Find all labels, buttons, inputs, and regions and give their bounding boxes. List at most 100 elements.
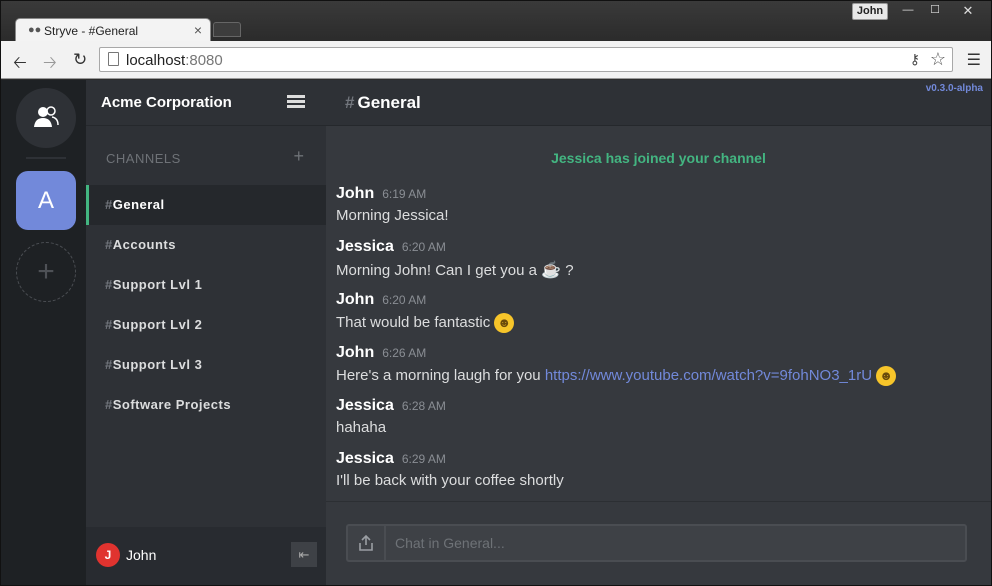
reload-icon[interactable]: ↻ [73,50,87,70]
key-icon[interactable]: ⚷ [910,51,920,68]
channels-label: CHANNELS [106,151,181,166]
message-link[interactable]: https://www.youtube.com/watch?v=9fohNO3_… [545,367,872,384]
message-author[interactable]: Jessica [336,397,394,414]
message: John 6:19 AM Morning Jessica! [336,185,976,238]
channel-item-support-lvl-2[interactable]: #Support Lvl 2 [86,305,326,345]
message-author[interactable]: John [336,344,374,361]
message-text: Here's a morning laugh for you [336,366,541,384]
version-label: v0.3.0-alpha [925,83,983,94]
message-time: 6:29 AM [401,452,446,466]
upload-icon [359,534,373,551]
navigation-bar: 🡠 🡢 ↻ localhost:8080 ⚷ ☆ ☰ [1,41,991,79]
title-bar: ●● Stryve - #General × John — ☐ ✕ [1,1,991,43]
channel-hash: # [105,197,113,212]
browser-tab[interactable]: ●● Stryve - #General × [15,18,211,43]
channel-label: Software Projects [112,397,232,412]
channel-label: General [112,197,165,212]
channel-label: Support Lvl 3 [112,357,203,372]
friends-button[interactable] [16,88,76,148]
server-icon-acme[interactable]: A [16,171,76,230]
channel-label: Support Lvl 2 [112,317,203,332]
message-suffix: ? [565,262,574,279]
smile-emoji-icon: ☻ [494,313,515,333]
maximize-button[interactable]: ☐ [921,2,949,20]
smile-emoji-icon: ☻ [876,366,897,386]
page-icon [108,52,119,66]
message-time: 6:26 AM [382,346,427,360]
message-author[interactable]: John [336,291,374,308]
channel-hash: # [105,397,113,412]
message-text: Morning John! Can I get you a [336,262,537,279]
rail-divider [26,157,66,159]
message: Jessica 6:29 AM I'll be back with your co… [336,450,976,503]
channel-item-accounts[interactable]: #Accounts [86,225,326,265]
message-body: Here's a morning laugh for you https://w… [336,366,976,386]
message-body: Morning John! Can I get you a ☕ ? [336,260,976,280]
profile-button[interactable]: John [852,3,888,20]
message: John 6:20 AM That would be fantastic ☻ [336,291,976,344]
add-server-button[interactable]: + [16,242,76,302]
channel-hash: # [105,277,113,292]
avatar[interactable]: J [96,543,120,567]
message-time: 6:19 AM [382,187,427,201]
user-name: John [126,547,157,563]
message-list: John 6:19 AM Morning Jessica! Jessica 6:20… [336,185,976,503]
tab-close-icon[interactable]: × [194,22,202,38]
url-port: :8080 [185,52,223,69]
message: John 6:26 AM Here's a morning laugh for y… [336,344,976,397]
channel-hash: # [105,357,113,372]
channel-label: Accounts [112,237,176,252]
message: Jessica 6:20 AM Morning John! Can I get y… [336,238,976,291]
message: Jessica 6:28 AM hahaha [336,397,976,450]
channel-hash: # [105,237,113,252]
channel-item-general[interactable]: #General [86,185,326,225]
message-author[interactable]: Jessica [336,450,394,467]
channel-label: Support Lvl 1 [112,277,203,292]
close-window-button[interactable]: ✕ [949,2,987,20]
message-author[interactable]: John [336,185,374,202]
back-arrow-icon[interactable]: 🡠 [13,50,27,79]
server-name: Acme Corporation [101,94,232,111]
chat-area: # General v0.3.0-alpha Jessica has joined… [326,80,991,585]
message-text: hahaha [336,419,387,436]
tab-title: Stryve - #General [44,24,139,38]
server-header: Acme Corporation [86,80,326,126]
browser-window: ●● Stryve - #General × John — ☐ ✕ 🡠 🡢 ↻ … [0,0,992,586]
join-notice: Jessica has joined your channel [551,150,766,166]
channel-list: #General #Accounts #Support Lvl 1 #Suppo… [86,185,326,425]
channel-item-software-projects[interactable]: #Software Projects [86,385,326,425]
channel-title-hash: # [345,93,355,112]
message-time: 6:20 AM [401,240,446,254]
logout-icon[interactable]: ⇤ [291,542,317,567]
message-text: That would be fantastic [336,313,491,331]
add-channel-icon[interactable]: + [293,146,304,167]
minimize-button[interactable]: — [894,2,922,20]
message-time: 6:28 AM [401,399,446,413]
browser-menu-icon[interactable]: ☰ [967,50,981,70]
chat-input[interactable] [384,524,967,562]
message-text: I'll be back with your coffee shortly [336,472,564,489]
coffee-icon: ☕ [541,262,562,279]
message-time: 6:20 AM [382,293,427,307]
channel-title: # General [345,93,421,113]
people-icon: ●● [28,24,42,36]
app: A + Acme Corporation CHANNELS + #General… [1,80,991,585]
users-icon [34,106,59,127]
message-body: That would be fantastic ☻ [336,313,976,333]
user-bar: J John ⇤ [86,527,326,585]
channel-item-support-lvl-1[interactable]: #Support Lvl 1 [86,265,326,305]
address-bar[interactable]: localhost:8080 ⚷ ☆ [99,47,953,72]
message-text: Morning Jessica! [336,207,449,224]
url-text: localhost:8080 [126,52,223,69]
upload-button[interactable] [346,524,384,562]
forward-arrow-icon[interactable]: 🡢 [43,50,57,79]
server-rail: A + [1,80,86,585]
channel-hash: # [105,317,113,332]
message-composer [326,501,991,585]
channel-item-support-lvl-3[interactable]: #Support Lvl 3 [86,345,326,385]
hamburger-icon[interactable] [287,95,305,109]
bookmark-star-icon[interactable]: ☆ [930,49,946,70]
message-author[interactable]: Jessica [336,238,394,255]
new-tab-button[interactable] [213,22,241,37]
url-host: localhost [126,52,186,69]
